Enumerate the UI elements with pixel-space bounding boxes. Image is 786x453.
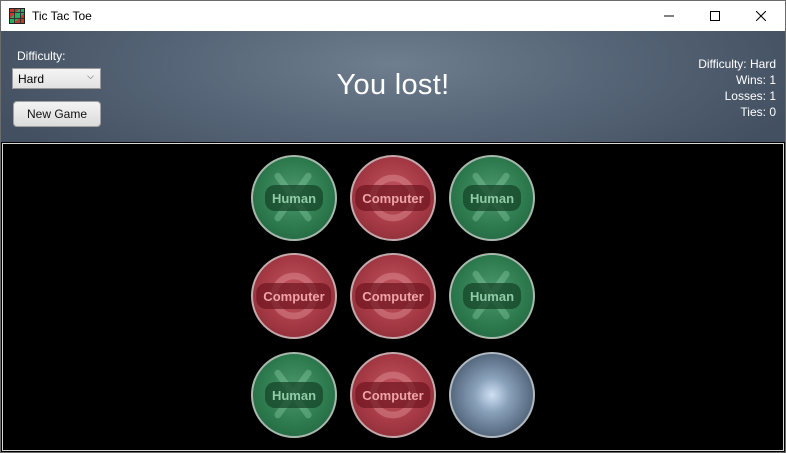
minimize-icon — [664, 15, 674, 17]
board-cell-2-1[interactable]: Computer — [251, 253, 337, 339]
board-cell-2-2[interactable]: Computer — [350, 253, 436, 339]
cell-owner-label: Computer — [355, 185, 431, 211]
cell-owner-label: Human — [462, 283, 522, 309]
stats-ties: Ties: 0 — [740, 105, 776, 119]
cell-owner-label: Human — [462, 185, 522, 211]
maximize-button[interactable] — [692, 1, 738, 31]
stats-losses: Losses: 1 — [724, 89, 776, 103]
board-cell-3-2[interactable]: Computer — [350, 352, 436, 438]
tic-tac-toe-app-icon — [9, 8, 25, 24]
cell-owner-label: Human — [264, 382, 324, 408]
cell-owner-label: Human — [264, 185, 324, 211]
board-cell-3-1[interactable]: Human — [251, 352, 337, 438]
board-cell-1-1[interactable]: Human — [251, 155, 337, 241]
cell-owner-label: Computer — [355, 382, 431, 408]
game-status-message: You lost! — [336, 69, 450, 101]
board-cell-1-3[interactable]: Human — [449, 155, 535, 241]
app-window: Tic Tac Toe Difficulty: Hard ⌵ New Game … — [0, 0, 786, 453]
difficulty-label: Difficulty: — [17, 49, 66, 63]
title-bar[interactable]: Tic Tac Toe — [1, 1, 785, 31]
board-cell-1-2[interactable]: Computer — [350, 155, 436, 241]
cell-owner-label: Computer — [355, 283, 431, 309]
maximize-icon — [710, 11, 720, 21]
close-icon — [756, 11, 766, 21]
stats-panel: Difficulty: Hard Wins: 1 Losses: 1 Ties:… — [698, 56, 776, 120]
new-game-button[interactable]: New Game — [13, 101, 101, 127]
minimize-button[interactable] — [646, 1, 692, 31]
board-cell-2-3[interactable]: Human — [449, 253, 535, 339]
stats-wins: Wins: 1 — [735, 73, 776, 87]
close-button[interactable] — [738, 1, 784, 31]
game-header: Difficulty: Hard ⌵ New Game You lost! Di… — [1, 31, 785, 142]
window-title: Tic Tac Toe — [32, 9, 92, 23]
board-cell-3-3[interactable] — [449, 352, 535, 438]
game-board: Human Computer Human Computer Computer Human H… — [2, 143, 784, 451]
stats-difficulty: Difficulty: Hard — [698, 57, 776, 71]
cell-owner-label: Computer — [256, 283, 332, 309]
